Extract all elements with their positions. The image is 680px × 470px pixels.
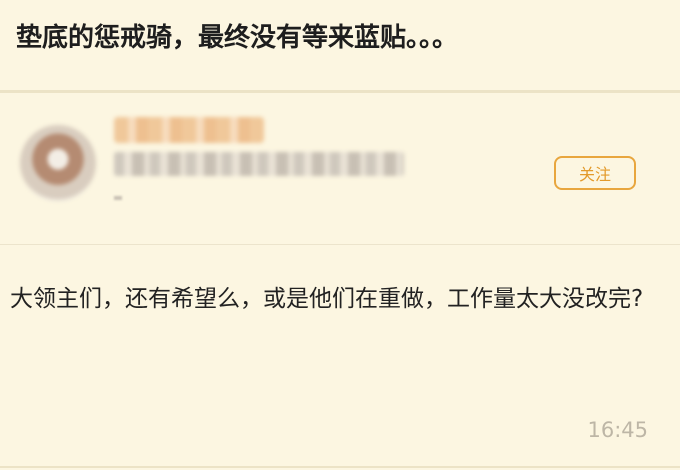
reply-content: 大领主们，还有希望么，或是他们在重做，工作量太大没改完? [10,286,644,312]
post-title: 垫底的惩戒骑，最终没有等来蓝贴。。。 [16,23,459,53]
user-meta-redacted [114,152,404,176]
follow-button[interactable]: 关注 [554,156,636,190]
username-redacted[interactable] [114,117,264,143]
reply-timestamp: 16:45 [587,418,648,442]
divider [0,90,680,93]
avatar[interactable] [20,125,96,201]
divider [0,466,680,468]
divider [0,244,680,245]
user-meta-extra [114,196,122,200]
